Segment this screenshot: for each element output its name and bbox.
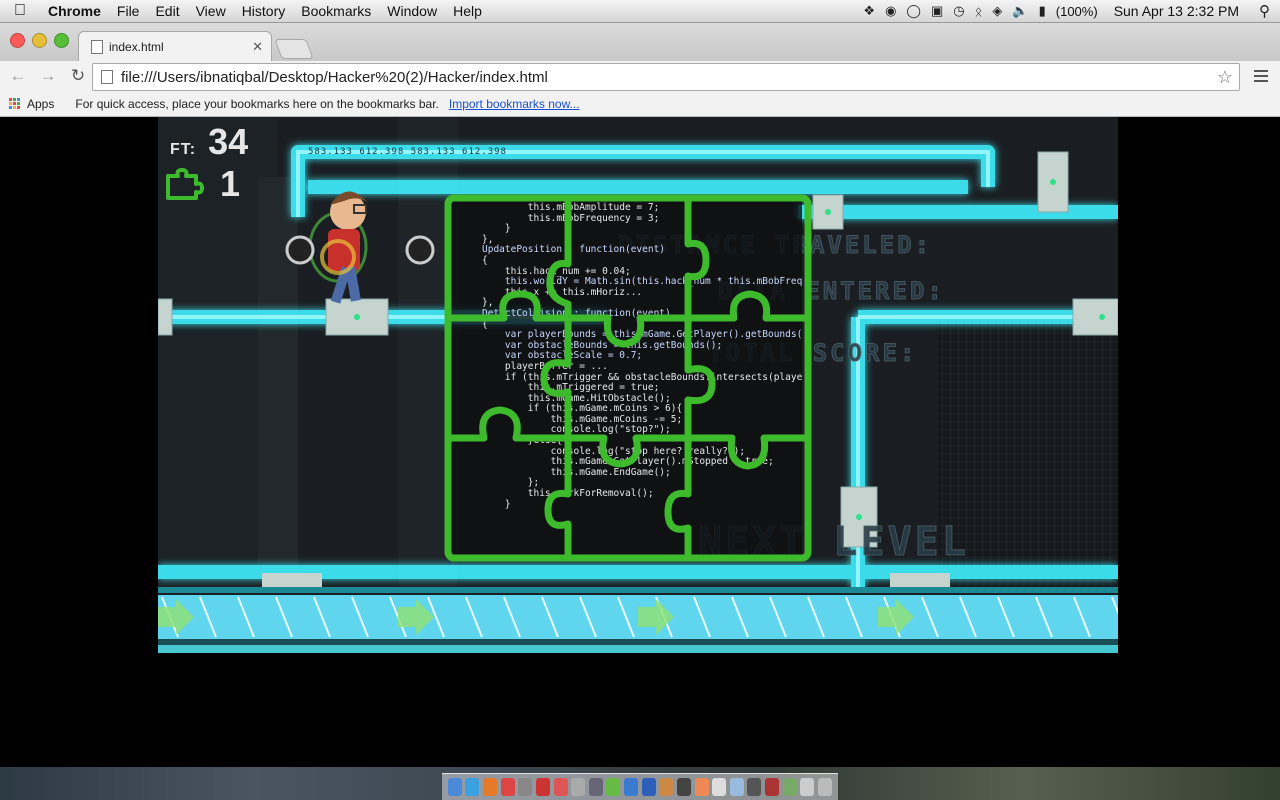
bookmarks-hint: For quick access, place your bookmarks h… bbox=[75, 96, 439, 111]
floor-bottom-rail bbox=[158, 639, 1118, 645]
spotlight-search-icon[interactable]: ⚲ bbox=[1259, 2, 1270, 20]
system-icon[interactable] bbox=[518, 778, 533, 796]
app-icon[interactable] bbox=[782, 778, 797, 796]
app-icon[interactable] bbox=[571, 778, 586, 796]
app-icon[interactable] bbox=[588, 778, 603, 796]
firefox-icon[interactable] bbox=[483, 778, 498, 796]
menu-file[interactable]: File bbox=[109, 3, 148, 19]
back-arrow-icon[interactable]: ← bbox=[6, 66, 30, 86]
menu-app-name[interactable]: Chrome bbox=[40, 3, 109, 19]
menu-edit[interactable]: Edit bbox=[147, 3, 187, 19]
safari-icon[interactable] bbox=[465, 778, 480, 796]
puzzle-grid[interactable] bbox=[444, 194, 812, 562]
bookmark-star-icon[interactable]: ☆ bbox=[1217, 67, 1233, 88]
finder-icon[interactable] bbox=[447, 778, 462, 796]
app-icon[interactable] bbox=[553, 778, 568, 796]
window-controls bbox=[10, 33, 69, 48]
app-icon[interactable] bbox=[747, 778, 762, 796]
battery-icon[interactable]: ▮ bbox=[1039, 3, 1046, 19]
import-bookmarks-link[interactable]: Import bookmarks now... bbox=[449, 97, 580, 111]
chat-bubble-icon[interactable]: ◯ bbox=[906, 3, 921, 19]
distance-counter: FT: 34 bbox=[170, 121, 248, 163]
close-window-button[interactable] bbox=[10, 33, 25, 48]
word-icon[interactable] bbox=[641, 778, 656, 796]
bluetooth-icon[interactable]: ᛟ bbox=[975, 4, 983, 19]
app-icon[interactable] bbox=[712, 778, 727, 796]
url-text[interactable]: file:///Users/ibnatiqbal/Desktop/Hacker%… bbox=[121, 69, 548, 86]
pipe-digits: 583.133 612.398 583.133 612.398 bbox=[308, 147, 507, 157]
time-machine-icon[interactable]: ◷ bbox=[953, 3, 964, 19]
app-icon[interactable] bbox=[535, 778, 550, 796]
apps-grid-icon[interactable] bbox=[9, 97, 21, 110]
screen-icon[interactable]: ▣ bbox=[931, 3, 943, 19]
address-bar[interactable]: file:///Users/ibnatiqbal/Desktop/Hacker%… bbox=[92, 63, 1240, 91]
menu-window[interactable]: Window bbox=[379, 3, 445, 19]
apple-menu-icon[interactable]:  bbox=[0, 2, 40, 20]
app-icon[interactable] bbox=[659, 778, 674, 796]
status-area: ❖ ◉ ◯ ▣ ◷ ᛟ ◈ 🔈 ▮ (100%) Sun Apr 13 2:32… bbox=[863, 2, 1280, 20]
bookmarks-apps-link[interactable]: Apps bbox=[27, 97, 54, 111]
puzzle-count-value: 1 bbox=[220, 163, 241, 204]
menu-view[interactable]: View bbox=[188, 3, 234, 19]
menu-bookmarks[interactable]: Bookmarks bbox=[293, 3, 379, 19]
floor-edge bbox=[158, 645, 1118, 653]
menu-history[interactable]: History bbox=[234, 3, 294, 19]
close-tab-icon[interactable]: ✕ bbox=[252, 39, 263, 55]
chrome-menu-icon[interactable] bbox=[1254, 67, 1268, 85]
tab-title: index.html bbox=[109, 40, 164, 54]
conveyor-floor bbox=[158, 587, 1118, 653]
battery-percent: (100%) bbox=[1055, 3, 1098, 19]
dropbox-icon[interactable]: ❖ bbox=[863, 3, 875, 19]
app-icon[interactable] bbox=[624, 778, 639, 796]
tab-index-html[interactable]: index.html ✕ bbox=[78, 31, 272, 62]
chrome-icon[interactable] bbox=[500, 778, 515, 796]
zoom-window-button[interactable] bbox=[54, 33, 69, 48]
reload-icon[interactable]: ↻ bbox=[66, 66, 90, 86]
game-canvas[interactable]: 583.133 612.398 583.133 612.398 FT: 34 1… bbox=[158, 117, 1118, 653]
dock bbox=[442, 773, 838, 800]
new-tab-button[interactable] bbox=[274, 39, 314, 59]
clock[interactable]: Sun Apr 13 2:32 PM bbox=[1114, 3, 1239, 19]
app-icon[interactable] bbox=[676, 778, 691, 796]
mac-menubar:  Chrome File Edit View History Bookmark… bbox=[0, 0, 1280, 23]
floor-top-rail bbox=[158, 587, 1118, 593]
browser-tabbar: index.html ✕ bbox=[0, 23, 1280, 62]
sync-icon[interactable]: ◉ bbox=[885, 3, 896, 19]
page-icon bbox=[101, 70, 113, 84]
trash-icon[interactable] bbox=[817, 778, 832, 796]
forward-arrow-icon[interactable]: → bbox=[36, 66, 60, 86]
puzzle-counter: 1 bbox=[164, 163, 240, 205]
volume-icon[interactable]: 🔈 bbox=[1012, 3, 1028, 19]
page-icon bbox=[91, 40, 103, 54]
minimize-window-button[interactable] bbox=[32, 33, 47, 48]
bookmarks-bar: Apps For quick access, place your bookma… bbox=[0, 91, 1280, 117]
downloads-icon[interactable] bbox=[800, 778, 815, 796]
menu-help[interactable]: Help bbox=[445, 3, 490, 19]
puzzle-piece-icon bbox=[166, 168, 204, 200]
browser-toolbar: ← → ↻ file:///Users/ibnatiqbal/Desktop/H… bbox=[0, 61, 1280, 91]
app-icon[interactable] bbox=[694, 778, 709, 796]
wifi-icon[interactable]: ◈ bbox=[992, 3, 1002, 19]
app-icon[interactable] bbox=[765, 778, 780, 796]
app-icon[interactable] bbox=[729, 778, 744, 796]
spotify-icon[interactable] bbox=[606, 778, 621, 796]
distance-value: 34 bbox=[208, 121, 249, 162]
distance-label: FT: bbox=[170, 141, 197, 158]
